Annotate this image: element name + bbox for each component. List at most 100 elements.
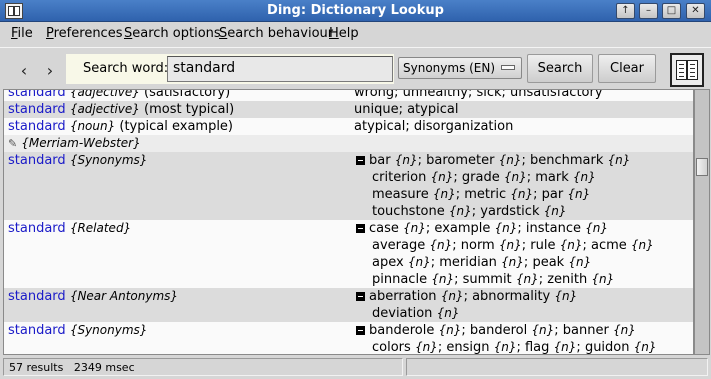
result-keyword[interactable]: standard	[8, 221, 66, 236]
synonym-word[interactable]: meridian	[439, 255, 497, 270]
scrollbar-thumb[interactable]	[696, 158, 708, 176]
menu-search-options[interactable]: Search options	[124, 26, 221, 41]
synonym-word[interactable]: average	[372, 238, 425, 253]
synonym-word[interactable]: bar	[369, 153, 391, 168]
result-line: pinnacle {n}; summit {n}; zenith {n}	[372, 272, 615, 287]
result-row[interactable]: standard {Related} case {n}; example {n};…	[4, 220, 693, 288]
result-line: deviation {n}	[354, 305, 577, 322]
menu-preferences-accel: P	[46, 26, 54, 41]
synonym-word[interactable]: mark	[535, 170, 569, 185]
result-row[interactable]: standard {adjective} (most typical) uniqu…	[4, 101, 693, 118]
collapse-icon[interactable]	[356, 325, 365, 335]
close-button[interactable]: ✕	[686, 3, 705, 19]
synonym-word[interactable]: benchmark	[530, 153, 603, 168]
status-time: 2349 msec	[73, 361, 135, 374]
synonym-word[interactable]: par	[542, 187, 564, 202]
synonym-word[interactable]: zenith	[547, 272, 587, 287]
result-keyword[interactable]: standard	[8, 102, 66, 117]
synonym-tag: {n}	[448, 204, 472, 218]
result-row[interactable]: standard {adjective} (satisfactory) wrong…	[4, 90, 693, 101]
synonym-word[interactable]: barometer	[426, 153, 494, 168]
synonym-word[interactable]: acme	[591, 238, 627, 253]
result-keyword[interactable]: standard	[8, 153, 66, 168]
result-text: atypical; disorganization	[354, 119, 514, 134]
menu-preferences[interactable]: Preferences	[46, 26, 122, 41]
synonym-word[interactable]: pinnacle	[372, 272, 427, 287]
result-right: unique; atypical	[354, 101, 458, 118]
result-row[interactable]: standard {noun} (typical example) atypica…	[4, 118, 693, 135]
synonym-word[interactable]: guidon	[585, 340, 630, 354]
synonym-word[interactable]: yardstick	[480, 204, 539, 219]
synonym-word[interactable]: example	[434, 221, 490, 236]
result-row[interactable]: standard {Synonyms} bar {n}; barometer {n…	[4, 152, 693, 220]
synonym-word[interactable]: grade	[462, 170, 500, 185]
search-button[interactable]: Search	[527, 54, 593, 83]
collapse-icon[interactable]	[356, 223, 365, 233]
result-keyword[interactable]: standard	[8, 90, 66, 100]
result-row[interactable]: standard {Synonyms} banderole {n}; bander…	[4, 322, 693, 355]
clear-button[interactable]: Clear	[598, 54, 656, 83]
synonym-tag: {n}	[503, 170, 527, 184]
synonym-word[interactable]: banderol	[470, 323, 527, 338]
result-line: banderole {n}; banderol {n}; banner {n}	[354, 322, 657, 339]
synonym-word[interactable]: peak	[532, 255, 564, 270]
minimize-button[interactable]: –	[639, 3, 658, 19]
synonym-word[interactable]: deviation	[372, 306, 432, 321]
results-scrollbar[interactable]	[694, 89, 710, 355]
search-language-value: Synonyms (EN)	[403, 61, 496, 75]
status-info: 57 results 2349 msec	[3, 358, 403, 376]
result-keyword[interactable]: standard	[8, 289, 66, 304]
synonym-word[interactable]: instance	[526, 221, 581, 236]
synonym-word[interactable]: banner	[563, 323, 609, 338]
shade-button[interactable]: ↑	[616, 3, 635, 19]
synonym-tag: {n}	[436, 306, 460, 320]
synonym-word[interactable]: criterion	[372, 170, 426, 185]
synonym-word[interactable]: ensign	[446, 340, 489, 354]
result-line: colors {n}; ensign {n}; flag {n}; guidon…	[372, 340, 657, 355]
search-language-select[interactable]: Synonyms (EN)	[398, 57, 522, 79]
synonym-word[interactable]: colors	[372, 340, 411, 354]
result-line: average {n}; norm {n}; rule {n}; acme {n…	[372, 238, 654, 253]
synonym-tag: {n}	[585, 221, 609, 235]
maximize-button[interactable]: □	[662, 3, 681, 19]
synonym-word[interactable]: aberration	[369, 289, 437, 304]
result-keyword[interactable]: standard	[8, 119, 66, 134]
results-list[interactable]: standard {adjective} (satisfactory) wrong…	[3, 89, 694, 355]
result-left: standard {Synonyms}	[8, 152, 147, 169]
synonym-tag: {n}	[394, 153, 418, 167]
synonym-tag: {n}	[501, 255, 524, 269]
synonym-word[interactable]: flag	[525, 340, 549, 354]
synonym-word[interactable]: apex	[372, 255, 404, 270]
menu-help[interactable]: Help	[329, 26, 359, 41]
synonym-tag: {n}	[515, 272, 539, 286]
synonym-word[interactable]: measure	[372, 187, 429, 202]
forward-button[interactable]: ›	[38, 60, 62, 84]
menu-search-behaviour[interactable]: Search behaviour	[219, 26, 333, 41]
synonym-word[interactable]: abnormality	[472, 289, 550, 304]
synonym-word[interactable]: banderole	[369, 323, 434, 338]
title-bar: Ding: Dictionary Lookup ↑ – □ ✕	[0, 0, 711, 22]
book-icon[interactable]	[670, 53, 704, 87]
synonym-word[interactable]: case	[369, 221, 399, 236]
source-row[interactable]: ✎ {Merriam-Webster}	[4, 135, 693, 152]
search-input[interactable]: standard	[167, 56, 393, 82]
synonym-word[interactable]: touchstone	[372, 204, 445, 219]
synonym-word[interactable]: norm	[461, 238, 495, 253]
back-button[interactable]: ‹	[12, 60, 36, 84]
collapse-icon[interactable]	[356, 291, 365, 301]
menu-search-options-label: earch options	[132, 26, 221, 41]
result-keyword[interactable]: standard	[8, 323, 66, 338]
synonym-word[interactable]: summit	[463, 272, 512, 287]
result-row[interactable]: standard {Near Antonyms} aberration {n}; …	[4, 288, 693, 322]
result-right: case {n}; example {n}; instance {n} avera…	[354, 220, 654, 288]
synonym-word[interactable]: metric	[464, 187, 506, 202]
result-line: touchstone {n}; yardstick {n}	[372, 204, 567, 219]
synonym-tag: {n}	[431, 272, 455, 286]
result-tag: {adjective}	[69, 102, 140, 116]
collapse-icon[interactable]	[356, 155, 365, 165]
synonym-tag: {n}	[591, 272, 615, 286]
menu-file[interactable]: File	[11, 26, 33, 41]
window-title: Ding: Dictionary Lookup	[267, 3, 444, 18]
result-note: (most typical)	[144, 102, 235, 117]
synonym-word[interactable]: rule	[530, 238, 555, 253]
